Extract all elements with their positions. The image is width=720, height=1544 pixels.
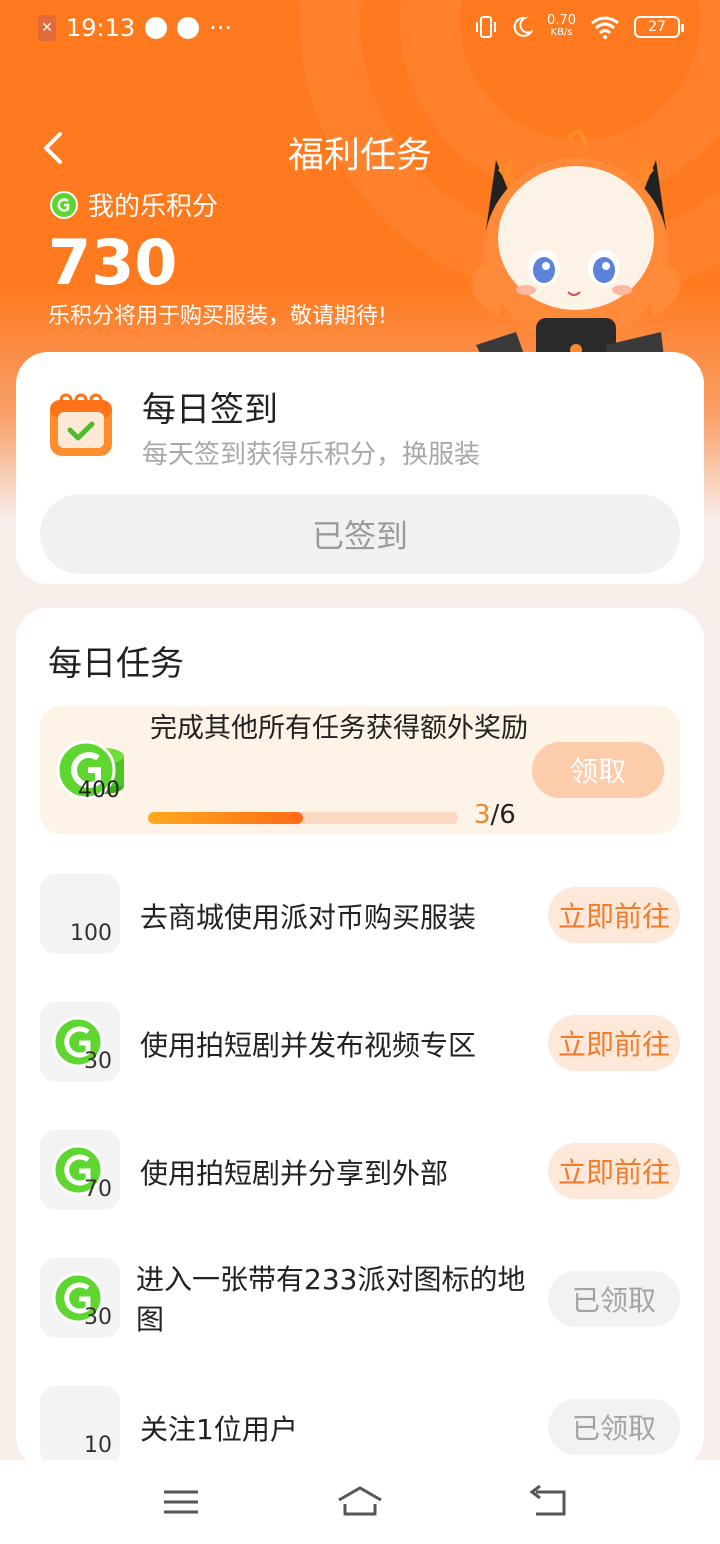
task-reward-icon: 10 — [40, 1386, 120, 1466]
notification-icon: ✕ — [38, 15, 56, 41]
claimed-button[interactable]: 已领取 — [548, 1399, 680, 1455]
progress-total: /6 — [490, 800, 516, 830]
points-note: 乐积分将用于购买服装，敬请期待! — [48, 304, 387, 329]
menu-icon[interactable] — [156, 1482, 206, 1522]
task-reward: 30 — [84, 1305, 112, 1330]
task-reward: 10 — [84, 1433, 112, 1458]
coin-stack-icon: 400 — [56, 736, 128, 806]
task-item: 70 使用拍短剧并分享到外部 立即前往 — [40, 1130, 680, 1212]
points-value: 730 — [48, 226, 178, 299]
return-icon[interactable] — [524, 1482, 574, 1522]
task-label: 关注1位用户 — [140, 1413, 298, 1446]
bonus-progress-count: 3/6 — [474, 800, 516, 830]
status-time: 19:13 — [66, 14, 136, 42]
task-reward-icon: 30 — [40, 1002, 120, 1082]
tasks-title: 每日任务 — [48, 644, 184, 684]
net-speed-value: 0.70 — [547, 13, 576, 28]
bonus-reward: 400 — [78, 778, 120, 803]
task-item: 30 进入一张带有233派对图标的地图 已领取 — [40, 1258, 680, 1340]
status-bar: ✕ 19:13 ··· 0.70 KB/s 27 — [0, 0, 720, 58]
bonus-text: 完成其他所有任务获得额外奖励 — [150, 713, 528, 744]
net-speed-unit: KB/s — [550, 27, 573, 38]
task-reward-icon: 30 — [40, 1258, 120, 1338]
network-speed: 0.70 KB/s — [547, 13, 576, 39]
mascot-illustration — [471, 129, 681, 380]
coin-icon — [50, 190, 78, 219]
go-now-button[interactable]: 立即前往 — [548, 1015, 680, 1071]
more-notifications-icon: ··· — [209, 14, 233, 42]
moon-icon — [513, 16, 534, 37]
daily-tasks-card: 每日任务 400 完成其他所有任务获得额外奖励 3/6 领取 100 去商城使用… — [16, 608, 704, 1468]
progress-current: 3 — [474, 800, 491, 830]
task-reward: 100 — [70, 921, 112, 946]
task-reward-icon: 100 — [40, 874, 120, 954]
task-reward-icon: 70 — [40, 1130, 120, 1210]
home-icon[interactable] — [335, 1482, 385, 1522]
task-label: 使用拍短剧并发布视频专区 — [140, 1029, 477, 1062]
claimed-button[interactable]: 已领取 — [548, 1271, 680, 1327]
task-reward: 70 — [84, 1177, 112, 1202]
task-label: 进入一张带有233派对图标的地图 — [136, 1263, 526, 1336]
checkin-title: 每日签到 — [142, 390, 278, 430]
task-item: 100 去商城使用派对币购买服装 立即前往 — [40, 874, 680, 956]
checkin-button[interactable]: 已签到 — [40, 494, 680, 574]
points-label-row: 我的乐积分 — [50, 186, 218, 223]
battery-level: 27 — [648, 19, 666, 35]
bonus-task: 400 完成其他所有任务获得额外奖励 3/6 领取 — [40, 706, 680, 834]
music-notification-icon — [177, 17, 200, 39]
task-reward: 30 — [84, 1049, 112, 1074]
wifi-icon — [591, 16, 619, 39]
calendar-check-icon — [50, 393, 112, 456]
vibrate-icon — [476, 16, 497, 38]
go-now-button[interactable]: 立即前往 — [548, 887, 680, 943]
claim-bonus-button[interactable]: 领取 — [532, 742, 664, 798]
checkin-description: 每天签到获得乐积分，换服装 — [142, 440, 481, 470]
task-label: 使用拍短剧并分享到外部 — [140, 1157, 449, 1190]
go-now-button[interactable]: 立即前往 — [548, 1143, 680, 1199]
points-label: 我的乐积分 — [88, 192, 219, 222]
checkin-card: 每日签到 每天签到获得乐积分，换服装 已签到 — [16, 352, 704, 584]
bonus-progress-fill — [148, 812, 303, 824]
task-label: 去商城使用派对币购买服装 — [140, 901, 477, 934]
app-notification-icon — [145, 17, 168, 39]
task-item: 30 使用拍短剧并发布视频专区 立即前往 — [40, 1002, 680, 1084]
battery-indicator: 27 — [634, 16, 684, 38]
system-navigation-bar — [0, 1460, 720, 1544]
bonus-progress-bar — [148, 812, 458, 824]
task-item: 10 关注1位用户 已领取 — [40, 1386, 680, 1468]
